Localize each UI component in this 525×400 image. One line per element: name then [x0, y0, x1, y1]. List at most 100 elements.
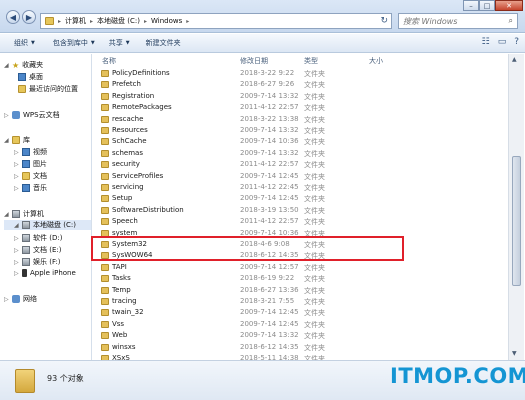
file-type: 文件夹 — [304, 184, 325, 192]
table-row[interactable]: twain_32 2009-7-14 12:45 文件夹 — [93, 307, 508, 318]
sidebar-item-label: 最近访问的位置 — [29, 85, 78, 93]
table-row[interactable]: Setup 2009-7-14 12:45 文件夹 — [93, 193, 508, 204]
file-type: 文件夹 — [304, 229, 325, 238]
breadcrumb-windows[interactable]: Windows — [151, 17, 182, 25]
column-date[interactable]: 修改日期 — [240, 56, 268, 66]
network-icon — [12, 295, 20, 303]
folder-icon — [101, 138, 109, 146]
view-controls: ☷ ▭ ? — [482, 37, 519, 47]
new-folder-button[interactable]: 新建文件夹 — [140, 38, 187, 48]
table-row[interactable]: rescache 2018-3-22 13:38 文件夹 — [93, 114, 508, 125]
sidebar-item-drive-f[interactable]: ▷ 娱乐 (F:) — [14, 257, 61, 267]
search-input[interactable]: 搜索 Windows ⌕ — [398, 13, 518, 29]
scroll-up-icon[interactable]: ▲ — [512, 56, 517, 63]
sidebar-favorites[interactable]: ◢ ★ 收藏夹 — [4, 60, 43, 70]
file-date: 2009-7-14 12:45 — [240, 308, 299, 317]
table-row[interactable]: security 2011-4-12 22:57 文件夹 — [93, 159, 508, 170]
sidebar-item-recent[interactable]: 最近访问的位置 — [18, 84, 78, 94]
close-button[interactable]: ✕ — [495, 0, 523, 11]
sidebar-item-label: 图片 — [33, 160, 47, 168]
folder-icon — [101, 309, 109, 317]
table-row[interactable]: ServiceProfiles 2009-7-14 12:45 文件夹 — [93, 171, 508, 182]
file-type: 文件夹 — [304, 343, 325, 352]
sidebar-item-desktop[interactable]: 桌面 — [18, 72, 43, 82]
forward-arrow-icon: ▶ — [25, 12, 33, 22]
help-icon[interactable]: ? — [514, 37, 519, 47]
file-type: 文件夹 — [304, 206, 325, 215]
file-name: Prefetch — [112, 80, 141, 89]
table-row[interactable]: system 2009-7-14 10:36 文件夹 — [93, 228, 508, 239]
drive-icon — [22, 221, 30, 229]
folder-icon — [101, 104, 109, 112]
sidebar-item-videos[interactable]: ▷ 视频 — [14, 147, 47, 157]
star-icon: ★ — [12, 61, 20, 70]
sidebar-item-drive-d[interactable]: ▷ 软件 (D:) — [14, 233, 62, 243]
file-name: servicing — [112, 183, 144, 191]
table-row[interactable]: SoftwareDistribution 2018-3-19 13:50 文件夹 — [93, 205, 508, 216]
column-type[interactable]: 类型 — [304, 56, 318, 66]
column-size[interactable]: 大小 — [369, 56, 383, 66]
sidebar-network[interactable]: ▷ 网络 — [4, 294, 37, 304]
vertical-scrollbar[interactable]: ▲ ▼ — [508, 54, 524, 360]
table-row[interactable]: Vss 2009-7-14 12:45 文件夹 — [93, 319, 508, 330]
sidebar-item-drive-c[interactable]: ◢ 本地磁盘 (C:) — [4, 220, 91, 230]
sidebar-wps-cloud[interactable]: ▷ WPS云文档 — [4, 110, 60, 120]
table-row[interactable]: Prefetch 2018-6-27 9:26 文件夹 — [93, 79, 508, 90]
table-row[interactable]: Web 2009-7-14 13:32 文件夹 — [93, 330, 508, 341]
file-type: 文件夹 — [304, 149, 325, 158]
search-icon[interactable]: ⌕ — [509, 16, 513, 26]
organize-label: 组织 — [14, 39, 28, 47]
table-row[interactable]: Tasks 2018-6-19 9:22 文件夹 — [93, 273, 508, 284]
table-row[interactable]: PolicyDefinitions 2018-3-22 9:22 文件夹 — [93, 68, 508, 79]
sidebar-item-drive-e[interactable]: ▷ 文档 (E:) — [14, 245, 61, 255]
table-row[interactable]: tracing 2018-3-21 7:55 文件夹 — [93, 296, 508, 307]
table-row[interactable]: Resources 2009-7-14 13:32 文件夹 — [93, 125, 508, 136]
sidebar-item-music[interactable]: ▷ 音乐 — [14, 183, 47, 193]
refresh-icon[interactable]: ↻ — [380, 16, 388, 26]
sidebar-item-iphone[interactable]: ▷ Apple iPhone — [14, 269, 76, 277]
folder-icon — [101, 332, 109, 340]
breadcrumb-local-disk[interactable]: 本地磁盘 (C:) — [97, 16, 140, 26]
table-row[interactable]: Temp 2018-6-27 13:36 文件夹 — [93, 285, 508, 296]
scroll-down-icon[interactable]: ▼ — [512, 350, 517, 357]
table-row[interactable]: Registration 2009-7-14 13:32 文件夹 — [93, 91, 508, 102]
table-row[interactable]: SysWOW64 2018-6-12 14:35 文件夹 — [93, 250, 508, 261]
include-library-menu[interactable]: 包含到库中 ▼ — [47, 38, 101, 48]
file-type: 文件夹 — [304, 104, 325, 113]
folder-icon — [101, 70, 109, 77]
back-button[interactable]: ◀ — [6, 10, 20, 24]
phone-icon — [22, 269, 27, 277]
table-row[interactable]: Speech 2011-4-12 22:57 文件夹 — [93, 216, 508, 227]
organize-menu[interactable]: 组织 ▼ — [8, 38, 41, 48]
forward-button[interactable]: ▶ — [22, 10, 36, 24]
breadcrumb-computer[interactable]: 计算机 — [65, 16, 86, 26]
table-row[interactable]: SchCache 2009-7-14 10:36 文件夹 — [93, 136, 508, 147]
view-options-icon[interactable]: ☷ — [482, 37, 490, 47]
minimize-button[interactable]: – — [463, 0, 479, 11]
file-name: System32 — [112, 240, 148, 248]
sidebar-item-pictures[interactable]: ▷ 图片 — [14, 159, 47, 169]
scroll-thumb[interactable] — [512, 156, 521, 286]
table-row[interactable]: XSxS 2018-5-11 14:38 文件夹 — [93, 353, 508, 360]
share-menu[interactable]: 共享 ▼ — [103, 38, 136, 48]
table-row[interactable]: TAPI 2009-7-14 12:57 文件夹 — [93, 262, 508, 273]
folder-icon — [101, 286, 109, 294]
table-row[interactable]: System32 2018-4-6 9:08 文件夹 — [93, 239, 508, 250]
column-name[interactable]: 名称 — [102, 56, 116, 66]
preview-pane-icon[interactable]: ▭ — [498, 37, 507, 47]
folder-icon — [101, 92, 109, 100]
sidebar-computer[interactable]: ◢ 计算机 — [4, 209, 44, 219]
table-row[interactable]: winsxs 2018-6-12 14:35 文件夹 — [93, 342, 508, 353]
address-bar[interactable]: ▸ 计算机 ▸ 本地磁盘 (C:) ▸ Windows ▸ ↻ — [40, 13, 392, 29]
table-row[interactable]: servicing 2011-4-12 22:45 文件夹 — [93, 182, 508, 193]
sidebar-item-label: 本地磁盘 (C:) — [33, 221, 76, 229]
folder-icon — [101, 263, 109, 271]
maximize-button[interactable]: □ — [479, 0, 495, 11]
sidebar-item-documents[interactable]: ▷ 文档 — [14, 171, 47, 181]
file-name: Tasks — [112, 274, 131, 283]
table-row[interactable]: schemas 2009-7-14 13:32 文件夹 — [93, 148, 508, 159]
table-row[interactable]: RemotePackages 2011-4-12 22:57 文件夹 — [93, 102, 508, 113]
folder-icon — [101, 241, 109, 248]
sidebar-item-label: Apple iPhone — [30, 269, 76, 277]
sidebar-libraries[interactable]: ◢ 库 — [4, 135, 30, 145]
